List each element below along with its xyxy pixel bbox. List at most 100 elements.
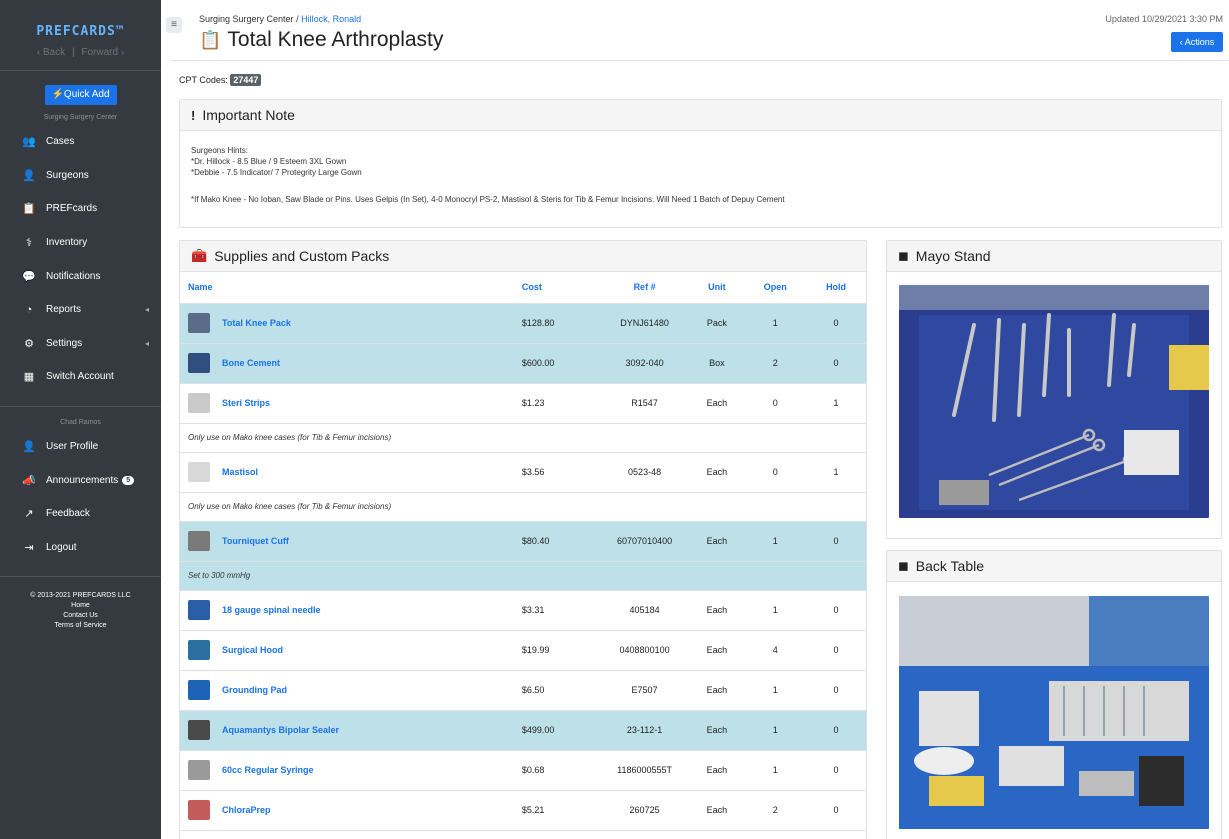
- cell-ref: 405184: [599, 590, 690, 631]
- item-thumbnail[interactable]: [188, 680, 210, 700]
- page-title-text: Total Knee Arthroplasty: [227, 28, 444, 51]
- cell-cost: $80.40: [521, 521, 600, 562]
- col-header-unit[interactable]: Unit: [689, 272, 745, 304]
- item-name-wrap: 18 gauge spinal needle: [188, 600, 522, 620]
- important-note-header: ! Important Note: [180, 100, 1221, 131]
- cell-cost: $6.50: [521, 670, 600, 711]
- supplies-card: 🧰 Supplies and Custom Packs Name Cost Re…: [179, 240, 867, 839]
- cell-unit: Pack: [689, 830, 745, 839]
- col-header-name[interactable]: Name: [180, 272, 522, 304]
- cell-open: 1: [744, 830, 807, 839]
- cell-name: 60cc Regular Syringe: [180, 750, 522, 791]
- cell-cost: $1.23: [521, 383, 600, 424]
- user-icon: 👤: [22, 441, 36, 454]
- col-header-cost[interactable]: Cost: [521, 272, 600, 304]
- important-note-title: Important Note: [202, 107, 295, 123]
- sidebar-footer: © 2013-2021 PREFCARDS LLC Home Contact U…: [0, 591, 161, 631]
- item-name-wrap: Tourniquet Cuff: [188, 531, 522, 551]
- item-thumbnail[interactable]: [188, 600, 210, 620]
- menu-toggle-button[interactable]: ≡: [166, 17, 182, 33]
- clipboard-icon: 📋: [22, 203, 36, 216]
- item-name-link[interactable]: Tourniquet Cuff: [222, 536, 289, 546]
- item-thumbnail[interactable]: [188, 393, 210, 413]
- col-header-open[interactable]: Open: [744, 272, 807, 304]
- user-caption: Chad Ramos: [60, 418, 101, 426]
- sidebar-item-label: Announcements: [46, 474, 119, 486]
- home-link[interactable]: Home: [0, 601, 161, 611]
- item-thumbnail[interactable]: [188, 353, 210, 373]
- cell-open: 0: [744, 383, 807, 424]
- cell-name: Total Knee Pack: [180, 303, 522, 344]
- sidebar-item-prefcards[interactable]: 📋 PREFcards: [0, 192, 161, 226]
- item-thumbnail[interactable]: [188, 760, 210, 780]
- bolt-icon: ⚡: [51, 89, 64, 100]
- sidebar-item-surgeons[interactable]: 👤 Surgeons: [0, 159, 161, 193]
- actions-button[interactable]: ‹ Actions: [1171, 32, 1223, 52]
- sidebar-item-switch-account[interactable]: ▦ Switch Account: [0, 360, 161, 394]
- item-name-link[interactable]: Total Knee Pack: [222, 318, 291, 328]
- item-thumbnail[interactable]: [188, 640, 210, 660]
- sidebar-item-announcements[interactable]: 📣 Announcements 5: [0, 463, 161, 497]
- item-name-link[interactable]: 60cc Regular Syringe: [222, 765, 314, 775]
- cell-unit: Each: [689, 452, 745, 493]
- sidebar-item-label: Inventory: [46, 237, 88, 249]
- supplies-title: Supplies and Custom Packs: [214, 248, 390, 264]
- sidebar-item-label: Settings: [46, 337, 83, 349]
- cell-hold: 1: [806, 383, 866, 424]
- cell-open: 1: [744, 303, 807, 344]
- table-row: Steri Strips $1.23 R1547 Each 0 1: [180, 383, 866, 424]
- table-row: Surgical Hood $19.99 0408800100 Each 4 0: [180, 630, 866, 671]
- item-name-wrap: Aquamantys Bipolar Sealer: [188, 720, 522, 740]
- table-row: Bone Cement $600.00 3092-040 Box 2 0: [180, 343, 866, 384]
- contact-link[interactable]: Contact Us: [0, 611, 161, 621]
- item-name-link[interactable]: 18 gauge spinal needle: [222, 605, 321, 615]
- cell-open: 1: [744, 710, 807, 751]
- item-thumbnail[interactable]: [188, 720, 210, 740]
- cell-unit: Each: [689, 383, 745, 424]
- cell-open: 4: [744, 630, 807, 671]
- history-nav: ‹ Back | Forward ›: [0, 47, 161, 58]
- quick-add-button[interactable]: ⚡Quick Add: [44, 85, 117, 105]
- sidebar-item-logout[interactable]: ⇥ Logout: [0, 531, 161, 565]
- col-header-ref[interactable]: Ref #: [599, 272, 690, 304]
- item-name-link[interactable]: Steri Strips: [222, 398, 270, 408]
- item-name-link[interactable]: Grounding Pad: [222, 685, 287, 695]
- item-name-link[interactable]: ChloraPrep: [222, 805, 271, 815]
- mayo-stand-card: ◼ Mayo Stand: [886, 240, 1222, 539]
- terms-link[interactable]: Terms of Service: [0, 621, 161, 631]
- back-table-photo[interactable]: [899, 596, 1209, 829]
- sidebar-item-inventory[interactable]: ⚕ Inventory: [0, 226, 161, 260]
- forward-link[interactable]: Forward ›: [81, 47, 124, 58]
- item-name-link[interactable]: Surgical Hood: [222, 645, 283, 655]
- item-thumbnail[interactable]: [188, 462, 210, 482]
- item-name-link[interactable]: Aquamantys Bipolar Sealer: [222, 725, 339, 735]
- sidebar-item-feedback[interactable]: ↗ Feedback: [0, 497, 161, 531]
- cell-hold: 0: [806, 750, 866, 791]
- cell-open: 1: [744, 521, 807, 562]
- brand-logo[interactable]: PREFCARDS™: [0, 0, 161, 39]
- item-name-link[interactable]: Bone Cement: [222, 358, 280, 368]
- mayo-stand-photo[interactable]: [899, 285, 1209, 518]
- breadcrumb-facility[interactable]: Surging Surgery Center: [199, 14, 294, 24]
- sidebar-item-notifications[interactable]: 💬 Notifications: [0, 259, 161, 293]
- sidebar-item-cases[interactable]: 👥 Cases: [0, 125, 161, 159]
- cell-hold: 0: [806, 710, 866, 751]
- note-line: *If Mako Knee - No Ioban, Saw Blade or P…: [191, 195, 785, 204]
- important-note-card: ! Important Note Surgeons Hints: *Dr. Hi…: [179, 99, 1222, 228]
- sidebar-item-reports[interactable]: ◔ Reports ◂: [0, 293, 161, 327]
- item-thumbnail[interactable]: [188, 313, 210, 333]
- sidebar-item-settings[interactable]: ⚙ Settings ◂: [0, 327, 161, 361]
- table-row: ChloraPrep $5.21 260725 Each 2 0: [180, 790, 866, 831]
- cell-cost: $19.99: [521, 630, 600, 671]
- surgeon-icon: 👤: [22, 169, 36, 182]
- item-name-link[interactable]: Mastisol: [222, 467, 258, 477]
- back-link[interactable]: ‹ Back: [37, 47, 65, 58]
- stethoscope-icon: ⚕: [26, 237, 32, 250]
- col-header-hold[interactable]: Hold: [806, 272, 866, 304]
- breadcrumb-surgeon[interactable]: Hillock, Ronald: [301, 14, 361, 24]
- item-thumbnail[interactable]: [188, 531, 210, 551]
- item-thumbnail[interactable]: [188, 800, 210, 820]
- sidebar-item-user-profile[interactable]: 👤 User Profile: [0, 430, 161, 464]
- quick-add-label: Quick Add: [63, 89, 110, 100]
- cell-ref: 0408800100: [599, 630, 690, 671]
